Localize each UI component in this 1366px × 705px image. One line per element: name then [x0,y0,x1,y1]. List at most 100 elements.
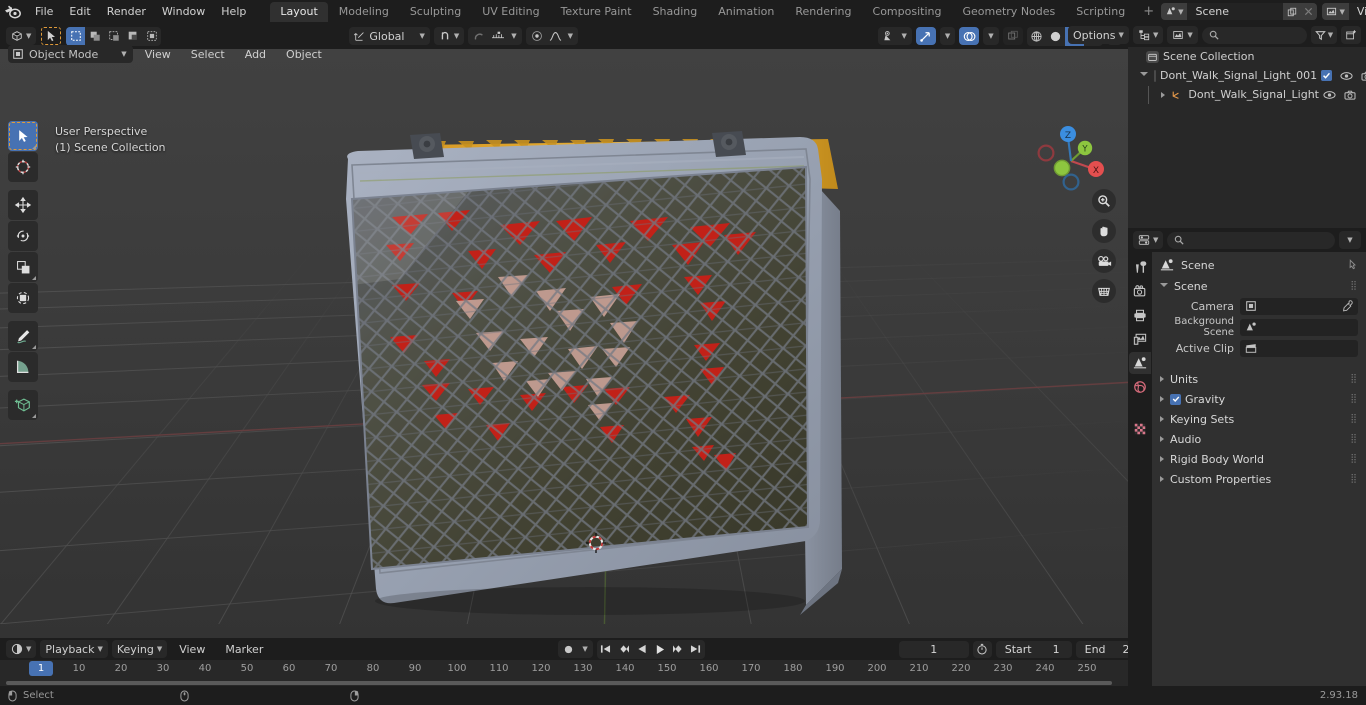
pin-icon[interactable] [1346,259,1358,271]
hide-in-viewport-icon[interactable] [1323,90,1336,100]
panel-grip[interactable]: ⣿ [1350,414,1358,424]
timeline-menu-view[interactable]: View [171,640,213,658]
chevron-down-icon[interactable] [1140,72,1148,79]
3d-viewport[interactable]: User Perspective (1) Scene Collection Z … [0,49,1128,638]
play-icon[interactable] [651,640,669,659]
menu-render[interactable]: Render [99,3,154,20]
start-frame-field[interactable]: Start 1 [995,640,1072,658]
snap-dropdown[interactable]: ▼ [433,27,465,45]
select-extend-icon[interactable] [85,27,104,46]
outliner-search-input[interactable] [1201,26,1307,44]
xray-icon[interactable] [1002,27,1023,45]
tab-geometry-nodes[interactable]: Geometry Nodes [952,2,1065,22]
add-cube-tool-icon[interactable] [8,390,38,420]
add-workspace-button[interactable]: + [1136,3,1161,20]
tab-compositing[interactable]: Compositing [863,2,952,22]
scene-icon[interactable]: ▼ [1161,3,1188,20]
proportional-edit-toggle[interactable]: ▼ [525,27,579,45]
navigation-gizmo[interactable]: Z Y X [1032,117,1110,195]
prev-keyframe-icon[interactable] [615,640,633,659]
outliner-row-dont-walk-signal-light-001[interactable]: Dont_Walk_Signal_Light_001 [1128,66,1366,85]
tab-uv-editing[interactable]: UV Editing [472,2,549,22]
panel-header-keying-sets[interactable]: Keying Sets ⣿ [1152,409,1366,429]
tweak-select-tool-icon[interactable] [8,121,38,151]
viewport-options-dropdown[interactable]: Options ▼ [1068,26,1129,44]
outliner-filter-button[interactable]: ▼ [1311,26,1337,44]
chevron-right-icon[interactable] [1160,396,1164,402]
output-tab[interactable] [1129,304,1151,326]
collection-checkbox[interactable] [1321,70,1333,81]
active-tool-indicator[interactable] [40,26,62,46]
chevron-right-icon[interactable] [1160,416,1164,422]
menu-window[interactable]: Window [154,3,213,20]
zoom-icon[interactable] [1092,189,1116,213]
outliner-display-mode-icon[interactable]: ▼ [1133,26,1164,44]
camera-field[interactable] [1240,297,1358,315]
camera-view-icon[interactable] [1092,249,1116,273]
render-tab[interactable] [1129,280,1151,302]
current-frame-field[interactable]: 1 [898,640,969,658]
select-mode-group[interactable] [66,26,162,46]
outliner-row-dont-walk-signal-light[interactable]: Dont_Walk_Signal_Light [1128,85,1366,104]
overlays-options-dropdown[interactable]: ▼ [983,27,999,45]
view-layer-name[interactable]: View Layer [1348,3,1366,20]
panel-header-scene[interactable]: Scene ⣿ [1152,276,1366,296]
disable-in-render-icon[interactable] [1344,90,1356,100]
wireframe-icon[interactable] [1027,27,1046,46]
menu-help[interactable]: Help [213,3,254,20]
timeline-ruler[interactable]: 1 10 20 30 40 50 60 70 80 90 100 110 120… [0,660,1128,680]
snapping-toggle[interactable]: ▼ [468,27,522,45]
scale-tool-icon[interactable] [8,252,38,282]
panel-header-gravity[interactable]: Gravity ⣿ [1152,389,1366,409]
panel-header-rigid-body-world[interactable]: Rigid Body World ⣿ [1152,449,1366,469]
tab-scripting[interactable]: Scripting [1066,2,1135,22]
tab-animation[interactable]: Animation [708,2,784,22]
new-scene-button[interactable] [1283,3,1301,20]
timeline-menu-playback[interactable]: Playback ▼ [40,640,108,658]
transform-orientation-dropdown[interactable]: Global ▼ [349,27,430,45]
new-collection-icon[interactable] [1341,26,1361,44]
tab-modeling[interactable]: Modeling [329,2,399,22]
panel-grip[interactable]: ⣿ [1350,474,1358,484]
view-layer-selector[interactable]: ▼ View Layer [1322,3,1366,20]
object-mode-dropdown[interactable]: Object Mode ▼ [8,45,133,63]
timeline-editor-icon[interactable]: ▼ [6,640,37,658]
chevron-down-icon[interactable] [1160,282,1168,290]
scene-selector[interactable]: ▼ Scene [1161,3,1318,20]
panel-grip[interactable]: ⣿ [1350,374,1358,384]
panel-grip[interactable]: ⣿ [1350,281,1358,291]
world-tab[interactable] [1129,376,1151,398]
unlink-scene-button[interactable] [1300,3,1318,20]
texture-tab[interactable] [1129,418,1151,440]
timeline-menu-marker[interactable]: Marker [217,640,271,658]
tab-shading[interactable]: Shading [643,2,708,22]
viewport-menu-select[interactable]: Select [183,45,233,63]
rotate-tool-icon[interactable] [8,221,38,251]
select-invert-icon[interactable] [123,27,142,46]
outliner-row-scene-collection[interactable]: Scene Collection [1128,47,1366,66]
view-layer-icon[interactable]: ▼ [1322,3,1349,20]
eyedropper-icon[interactable] [1341,300,1353,312]
measure-tool-icon[interactable] [8,352,38,382]
tab-rendering[interactable]: Rendering [785,2,861,22]
viewport-menu-view[interactable]: View [137,45,179,63]
panel-header-custom-properties[interactable]: Custom Properties ⣿ [1152,469,1366,489]
ortho-persp-toggle-icon[interactable] [1092,279,1116,303]
jump-to-start-icon[interactable] [597,640,615,659]
outliner-id-type-icon[interactable]: ▼ [1167,26,1198,44]
chevron-right-icon[interactable] [1161,91,1165,98]
properties-editor-icon[interactable]: ▼ [1133,231,1164,249]
timeline-scrollbar-area[interactable] [0,680,1128,686]
gizmo-options-dropdown[interactable]: ▼ [939,27,956,45]
select-intersect-icon[interactable] [142,27,161,46]
editor-type-3dview-icon[interactable]: ▼ [6,27,37,45]
scene-tab[interactable] [1129,352,1151,374]
panel-grip[interactable]: ⣿ [1350,434,1358,444]
blender-logo-icon[interactable] [4,3,21,21]
viewport-menu-add[interactable]: Add [237,45,274,63]
disable-in-render-icon[interactable] [1361,71,1366,81]
panel-header-audio[interactable]: Audio ⣿ [1152,429,1366,449]
panel-grip[interactable]: ⣿ [1350,454,1358,464]
active-clip-field[interactable] [1240,339,1358,357]
tab-texture-paint[interactable]: Texture Paint [551,2,642,22]
